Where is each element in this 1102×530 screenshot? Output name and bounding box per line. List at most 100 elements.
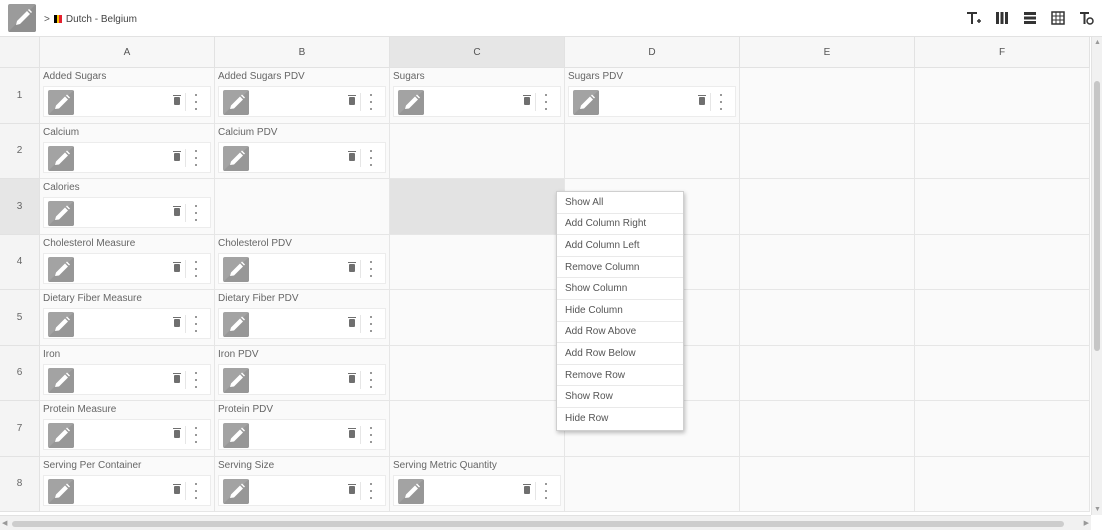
row-header-3[interactable]: 3 [0, 179, 40, 235]
grid-cell[interactable]: Dietary Fiber PDV [215, 290, 390, 346]
edit-icon[interactable] [223, 367, 249, 393]
menu-item-add-row-below[interactable]: Add Row Below [557, 343, 683, 365]
row-header-8[interactable]: 8 [0, 456, 40, 512]
trash-icon[interactable] [348, 317, 356, 327]
grid-cell[interactable] [915, 123, 1090, 179]
grid-cell[interactable]: Calories [40, 179, 215, 235]
field-widget[interactable] [43, 141, 211, 173]
scroll-up-icon[interactable]: ▲ [1094, 39, 1101, 46]
grid-cell[interactable] [565, 456, 740, 512]
field-widget[interactable] [43, 363, 211, 395]
grid-cell[interactable]: Cholesterol Measure [40, 234, 215, 290]
menu-item-remove-row[interactable]: Remove Row [557, 365, 683, 387]
field-widget[interactable] [218, 141, 386, 173]
row-header-6[interactable]: 6 [0, 345, 40, 401]
grid-cell[interactable]: Sugars PDV [565, 68, 740, 124]
field-widget[interactable] [43, 86, 211, 117]
horizontal-scrollbar[interactable]: ◀ ▶ [0, 515, 1091, 530]
more-vertical-icon[interactable] [194, 149, 197, 166]
grid-cell[interactable] [915, 401, 1090, 457]
column-header-f[interactable]: F [915, 37, 1090, 68]
grid-cell[interactable] [740, 345, 915, 401]
more-vertical-icon[interactable] [194, 427, 197, 443]
grid-cell[interactable]: Serving Per Container [40, 456, 215, 512]
edit-icon[interactable] [223, 478, 249, 504]
grid-cell[interactable]: Dietary Fiber Measure [40, 290, 215, 346]
grid-cell[interactable] [740, 123, 915, 179]
edit-icon[interactable] [48, 367, 74, 393]
grid-cell[interactable]: Calcium [40, 123, 215, 179]
grid-cell[interactable]: Calcium PDV [215, 123, 390, 179]
edit-icon[interactable] [48, 478, 74, 504]
grid-cell[interactable] [390, 401, 565, 457]
scroll-left-icon[interactable]: ◀ [2, 519, 7, 527]
grid-cell[interactable] [740, 290, 915, 346]
more-vertical-icon[interactable] [194, 94, 197, 110]
row-header-4[interactable]: 4 [0, 234, 40, 290]
grid-cell[interactable]: Iron [40, 345, 215, 401]
menu-item-add-column-right[interactable]: Add Column Right [557, 214, 683, 236]
more-vertical-icon[interactable] [369, 260, 372, 277]
edit-icon[interactable] [573, 90, 599, 115]
edit-icon[interactable] [223, 90, 249, 115]
edit-icon[interactable] [48, 201, 74, 226]
more-vertical-icon[interactable] [194, 260, 197, 277]
grid-cell[interactable]: Added Sugars PDV [215, 68, 390, 124]
grid-cell[interactable]: Cholesterol PDV [215, 234, 390, 290]
menu-item-show-row[interactable]: Show Row [557, 386, 683, 408]
trash-icon[interactable] [173, 317, 181, 327]
edit-icon[interactable] [223, 423, 249, 448]
field-widget[interactable] [43, 474, 211, 506]
trash-icon[interactable] [523, 483, 531, 494]
column-header-e[interactable]: E [740, 37, 915, 68]
trash-icon[interactable] [698, 95, 706, 105]
grid-cell[interactable]: Protein Measure [40, 401, 215, 457]
scroll-right-icon[interactable]: ▶ [1084, 519, 1089, 527]
edit-icon[interactable] [398, 478, 424, 504]
trash-icon[interactable] [173, 95, 181, 105]
column-header-c[interactable]: C [390, 37, 565, 68]
grid-cell[interactable] [390, 345, 565, 401]
menu-item-add-column-left[interactable]: Add Column Left [557, 235, 683, 257]
grid-cell[interactable] [915, 179, 1090, 235]
edit-icon[interactable] [223, 312, 249, 337]
field-widget[interactable] [393, 86, 561, 117]
trash-icon[interactable] [348, 261, 356, 272]
trash-icon[interactable] [173, 372, 181, 383]
edit-icon[interactable] [48, 256, 74, 282]
vertical-scrollbar[interactable]: ▲ ▼ [1091, 37, 1102, 515]
field-widget[interactable] [218, 308, 386, 339]
menu-item-show-all[interactable]: Show All [557, 192, 683, 214]
field-widget[interactable] [218, 474, 386, 506]
field-widget[interactable] [43, 252, 211, 284]
grid-cell[interactable] [915, 68, 1090, 124]
table-icon[interactable] [1048, 9, 1068, 27]
grid-cell[interactable]: Serving Size [215, 456, 390, 512]
field-widget[interactable] [218, 86, 386, 117]
more-vertical-icon[interactable] [369, 371, 372, 388]
rows-icon[interactable] [1020, 9, 1040, 27]
more-vertical-icon[interactable] [369, 482, 372, 499]
more-vertical-icon[interactable] [194, 205, 197, 221]
edit-icon[interactable] [48, 312, 74, 337]
menu-item-show-column[interactable]: Show Column [557, 278, 683, 300]
settings-icon[interactable] [1076, 9, 1096, 27]
row-header-5[interactable]: 5 [0, 290, 40, 346]
edit-icon[interactable] [223, 145, 249, 171]
horizontal-scroll-thumb[interactable] [12, 521, 1064, 527]
trash-icon[interactable] [348, 428, 356, 438]
more-vertical-icon[interactable] [194, 482, 197, 499]
grid-cell[interactable] [740, 179, 915, 235]
grid-cell[interactable] [915, 234, 1090, 290]
row-header-7[interactable]: 7 [0, 401, 40, 457]
field-widget[interactable] [43, 197, 211, 228]
field-widget[interactable] [218, 419, 386, 450]
row-header-2[interactable]: 2 [0, 123, 40, 179]
grid-cell[interactable]: Added Sugars [40, 68, 215, 124]
edit-icon[interactable] [398, 90, 424, 115]
more-vertical-icon[interactable] [369, 427, 372, 443]
column-header-a[interactable]: A [40, 37, 215, 68]
column-header-d[interactable]: D [565, 37, 740, 68]
field-widget[interactable] [568, 86, 736, 117]
grid-cell[interactable]: Serving Metric Quantity [390, 456, 565, 512]
